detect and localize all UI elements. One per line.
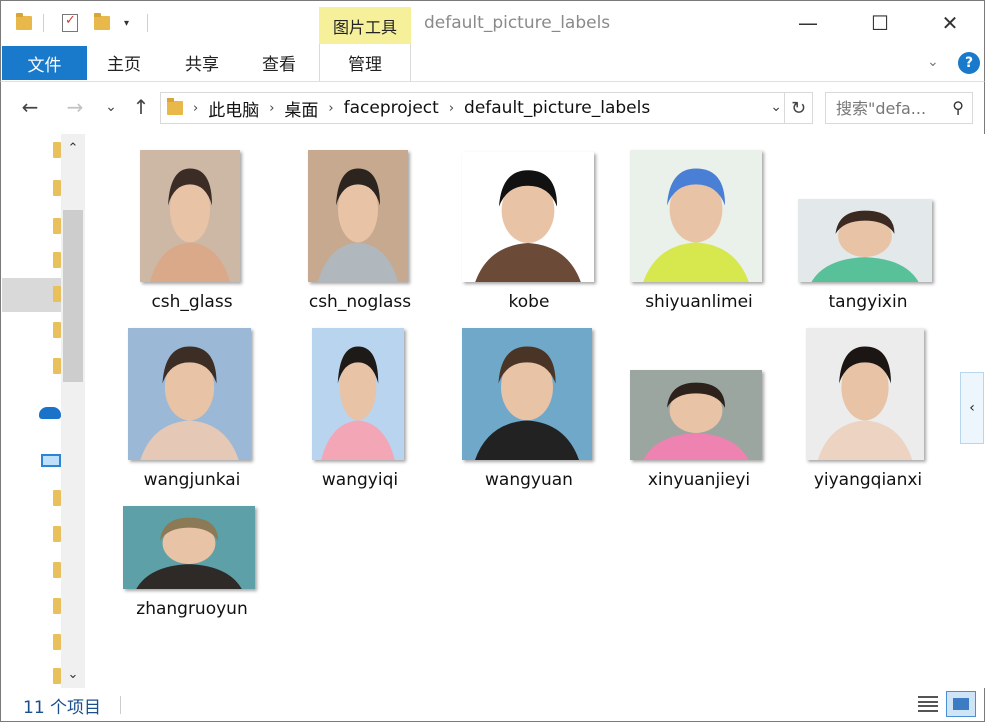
file-name-label[interactable]: xinyuanjieyi [619,470,779,490]
nav-folder-icon[interactable] [53,180,61,196]
forward-button[interactable]: → [63,95,87,119]
image-thumbnail[interactable] [630,370,762,460]
nav-folder-icon[interactable] [53,668,61,684]
nav-folder-icon[interactable] [53,252,61,268]
nav-folder-icon[interactable] [53,322,61,338]
nav-folder-icon[interactable] [53,490,61,506]
preview-pane-toggle-icon[interactable]: ‹ [960,372,984,444]
file-list[interactable]: csh_glass csh_noglass kobe shiyuanlimei tang… [90,134,960,688]
file-name-label[interactable]: tangyixin [788,292,948,312]
address-folder-icon [167,98,183,115]
file-name-label[interactable]: csh_noglass [280,292,440,312]
picture-tools-tab: 图片工具 [319,7,411,45]
up-button[interactable]: ↑ [129,95,153,119]
title-separator [147,14,148,32]
breadcrumb-separator[interactable]: › [449,101,454,116]
image-thumbnail[interactable] [140,150,240,282]
address-bar[interactable]: › 此电脑 › 桌面 › faceproject › default_pictu… [160,92,813,124]
breadcrumb-separator[interactable]: › [269,101,274,116]
image-thumbnail[interactable] [462,152,594,282]
help-icon[interactable]: ? [958,52,980,74]
search-input[interactable] [836,98,936,118]
image-thumbnail[interactable] [312,328,404,460]
nav-folder-icon[interactable] [53,142,61,158]
this-pc-icon[interactable] [41,454,61,467]
file-name-label[interactable]: zhangruoyun [112,599,272,619]
navigation-bar: ← → ⌄ ↑ › 此电脑 › 桌面 › faceproject › defau… [0,82,985,134]
scrollbar-thumb[interactable] [63,210,83,382]
customize-quick-access-icon[interactable]: ▾ [124,11,129,35]
item-count: 11 个项目 [23,698,102,718]
file-name-label[interactable]: csh_glass [112,292,272,312]
scroll-up-icon[interactable]: ⌃ [61,136,85,160]
nav-folder-icon[interactable] [53,634,61,650]
nav-scrollbar[interactable]: ⌃ ⌄ [61,134,85,688]
file-name-label[interactable]: kobe [449,292,609,312]
image-thumbnail[interactable] [123,506,255,589]
tab-view[interactable]: 查看 [250,44,308,81]
tab-home[interactable]: 主页 [95,44,153,81]
details-view-icon[interactable] [916,693,940,715]
back-button[interactable]: ← [18,95,42,119]
file-name-label[interactable]: wangjunkai [112,470,272,490]
address-history-chevron-icon[interactable]: ⌄ [770,99,782,115]
nav-folder-icon[interactable] [53,358,61,374]
search-box[interactable]: ⚲ [825,92,973,124]
nav-folder-icon[interactable] [53,562,61,578]
title-bar: ▾ 图片工具 default_picture_labels — ☐ ✕ [0,0,985,45]
large-icons-view-icon[interactable] [946,691,976,717]
maximize-button[interactable]: ☐ [857,1,903,45]
status-bar: 11 个项目 [0,688,985,722]
close-button[interactable]: ✕ [927,1,973,45]
status-separator [120,696,121,714]
tab-file[interactable]: 文件 [2,46,87,80]
new-folder-icon[interactable] [94,11,110,35]
file-name-label[interactable]: yiyangqianxi [788,470,948,490]
properties-icon[interactable] [62,11,78,35]
image-thumbnail[interactable] [806,328,924,460]
image-thumbnail[interactable] [128,328,251,460]
recent-locations-button[interactable]: ⌄ [99,95,123,119]
breadcrumb-separator[interactable]: › [193,101,198,116]
file-name-label[interactable]: wangyuan [449,470,609,490]
quick-access-folder-icon[interactable] [16,11,32,35]
breadcrumb-current-folder[interactable]: default_picture_labels [464,98,650,118]
image-thumbnail[interactable] [798,199,932,282]
expand-ribbon-icon[interactable]: ⌄ [927,54,939,70]
nav-folder-icon[interactable] [53,526,61,542]
nav-folder-icon[interactable] [53,598,61,614]
breadcrumb-separator[interactable]: › [328,101,333,116]
window-title: default_picture_labels [424,13,611,33]
file-name-label[interactable]: shiyuanlimei [619,292,779,312]
minimize-button[interactable]: — [785,1,831,45]
onedrive-icon[interactable] [39,407,61,419]
image-thumbnail[interactable] [630,150,762,282]
quick-access-separator [43,14,44,32]
refresh-button[interactable]: ↻ [784,93,812,123]
file-name-label[interactable]: wangyiqi [280,470,440,490]
tab-manage[interactable]: 管理 [319,44,411,81]
scroll-down-icon[interactable]: ⌄ [61,662,85,686]
ribbon-tabs: 文件 主页 共享 查看 管理 ⌄ ? [0,44,985,82]
nav-folder-icon[interactable] [53,218,61,234]
image-thumbnail[interactable] [462,328,592,460]
breadcrumb-desktop[interactable]: 桌面 [284,96,318,121]
nav-folder-icon[interactable] [53,286,61,302]
breadcrumb-faceproject[interactable]: faceproject [344,98,439,118]
search-icon[interactable]: ⚲ [952,98,964,117]
image-thumbnail[interactable] [308,150,408,282]
tab-share[interactable]: 共享 [173,44,231,81]
breadcrumb-this-pc[interactable]: 此电脑 [208,96,259,121]
